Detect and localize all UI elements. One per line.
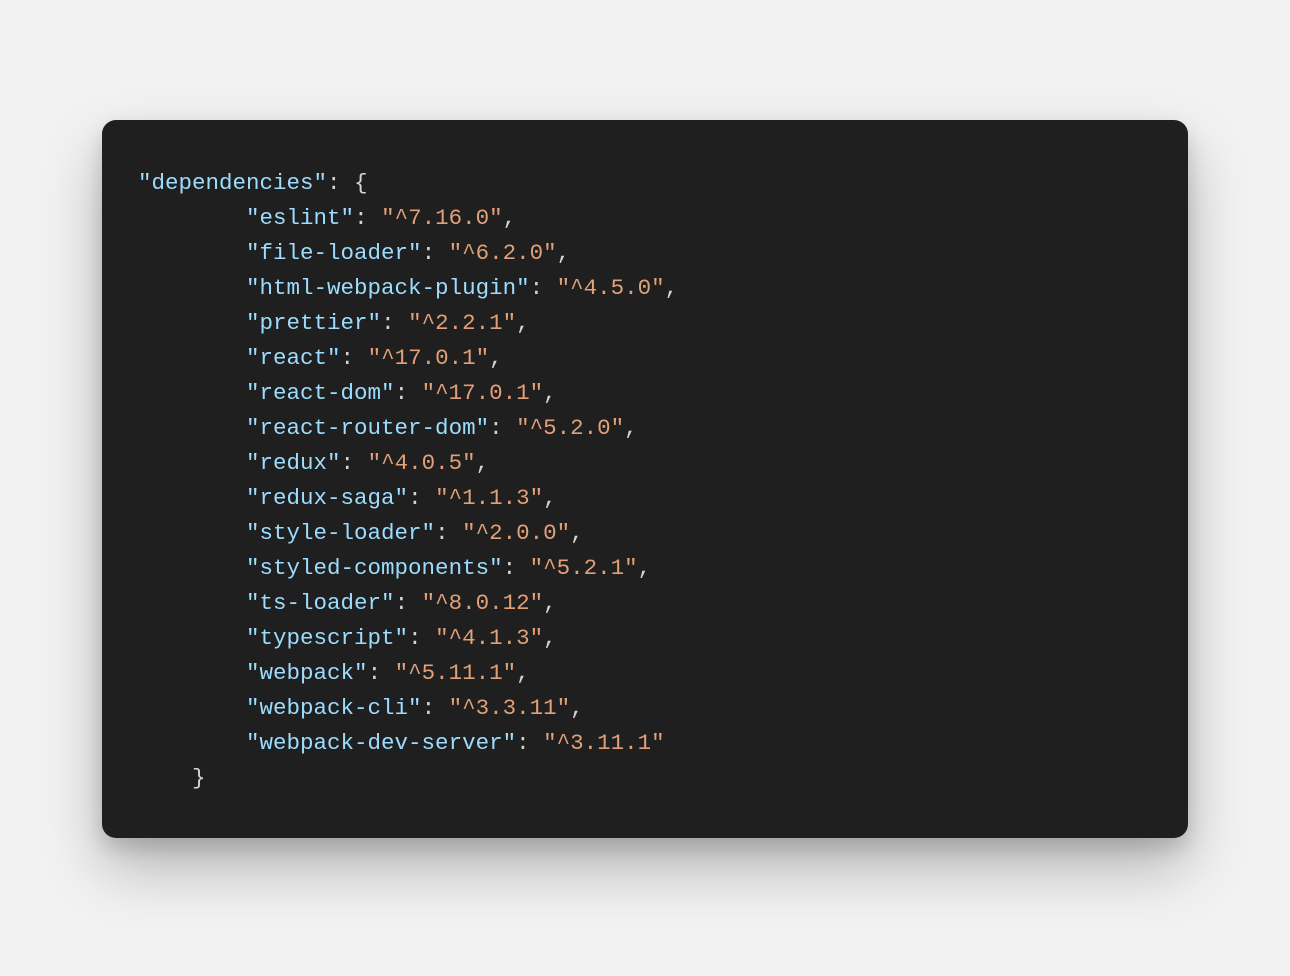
colon: : bbox=[435, 520, 449, 546]
json-string: "^4.5.0" bbox=[557, 275, 665, 301]
json-key: "react-router-dom" bbox=[246, 415, 489, 441]
colon: : bbox=[503, 555, 517, 581]
comma: , bbox=[557, 240, 571, 266]
colon: : bbox=[395, 590, 409, 616]
json-key: "webpack-cli" bbox=[246, 695, 422, 721]
comma: , bbox=[543, 485, 557, 511]
colon: : bbox=[408, 625, 422, 651]
json-key: "typescript" bbox=[246, 625, 408, 651]
colon: : bbox=[408, 485, 422, 511]
colon: : bbox=[327, 170, 341, 196]
json-string: "^7.16.0" bbox=[381, 205, 503, 231]
comma: , bbox=[638, 555, 652, 581]
json-string: "^4.0.5" bbox=[368, 450, 476, 476]
json-key: "eslint" bbox=[246, 205, 354, 231]
colon: : bbox=[354, 205, 368, 231]
json-string: "^5.11.1" bbox=[395, 660, 517, 686]
colon: : bbox=[516, 730, 530, 756]
json-string: "^6.2.0" bbox=[449, 240, 557, 266]
comma: , bbox=[570, 695, 584, 721]
comma: , bbox=[543, 590, 557, 616]
json-key: "webpack" bbox=[246, 660, 368, 686]
json-key: "redux-saga" bbox=[246, 485, 408, 511]
colon: : bbox=[422, 695, 436, 721]
json-key: "redux" bbox=[246, 450, 341, 476]
comma: , bbox=[516, 660, 530, 686]
json-key: "webpack-dev-server" bbox=[246, 730, 516, 756]
comma: , bbox=[476, 450, 490, 476]
colon: : bbox=[381, 310, 395, 336]
json-string: "^3.11.1" bbox=[543, 730, 665, 756]
json-string: "^2.0.0" bbox=[462, 520, 570, 546]
comma: , bbox=[516, 310, 530, 336]
json-string: "^3.3.11" bbox=[449, 695, 571, 721]
json-string: "^17.0.1" bbox=[368, 345, 490, 371]
colon: : bbox=[341, 450, 355, 476]
comma: , bbox=[543, 380, 557, 406]
json-key: "styled-components" bbox=[246, 555, 503, 581]
json-string: "^17.0.1" bbox=[422, 380, 544, 406]
json-key: "prettier" bbox=[246, 310, 381, 336]
code-card: "dependencies": { "eslint": "^7.16.0", "… bbox=[102, 120, 1188, 838]
json-string: "^2.2.1" bbox=[408, 310, 516, 336]
code-block[interactable]: "dependencies": { "eslint": "^7.16.0", "… bbox=[138, 166, 1152, 796]
json-key: "file-loader" bbox=[246, 240, 422, 266]
json-string: "^5.2.0" bbox=[516, 415, 624, 441]
comma: , bbox=[624, 415, 638, 441]
open-brace: { bbox=[354, 170, 368, 196]
colon: : bbox=[422, 240, 436, 266]
stage: "dependencies": { "eslint": "^7.16.0", "… bbox=[0, 0, 1290, 976]
json-key: "html-webpack-plugin" bbox=[246, 275, 530, 301]
json-string: "^8.0.12" bbox=[422, 590, 544, 616]
json-string: "^4.1.3" bbox=[435, 625, 543, 651]
comma: , bbox=[570, 520, 584, 546]
json-key: "react-dom" bbox=[246, 380, 395, 406]
close-brace: } bbox=[192, 765, 206, 791]
json-string: "^1.1.3" bbox=[435, 485, 543, 511]
colon: : bbox=[368, 660, 382, 686]
comma: , bbox=[503, 205, 517, 231]
comma: , bbox=[543, 625, 557, 651]
colon: : bbox=[341, 345, 355, 371]
json-key: "react" bbox=[246, 345, 341, 371]
comma: , bbox=[489, 345, 503, 371]
json-string: "^5.2.1" bbox=[530, 555, 638, 581]
colon: : bbox=[489, 415, 503, 441]
json-key: "style-loader" bbox=[246, 520, 435, 546]
colon: : bbox=[395, 380, 409, 406]
json-key: "ts-loader" bbox=[246, 590, 395, 616]
json-key-dependencies: "dependencies" bbox=[138, 170, 327, 196]
comma: , bbox=[665, 275, 679, 301]
colon: : bbox=[530, 275, 544, 301]
